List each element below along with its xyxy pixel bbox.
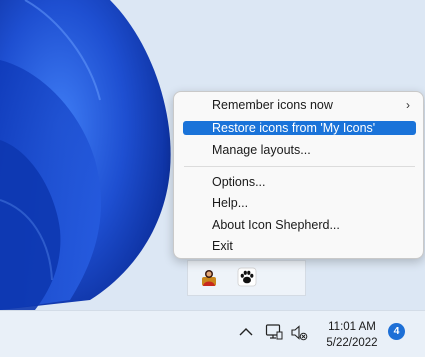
notification-badge[interactable]: 4 xyxy=(388,323,405,340)
speaker-muted-icon[interactable] xyxy=(290,324,308,347)
person-app-icon[interactable] xyxy=(199,267,219,287)
clock-time: 11:01 AM xyxy=(328,321,376,333)
paw-icon[interactable] xyxy=(237,267,257,287)
menu-item-label: Exit xyxy=(212,239,233,253)
clock-date: 5/22/2022 xyxy=(326,337,378,349)
chevron-up-icon[interactable] xyxy=(238,325,254,344)
menu-item-label: Options... xyxy=(212,175,266,189)
tray-overflow-flyout xyxy=(187,260,306,296)
menu-item-options[interactable]: Options... xyxy=(183,173,416,191)
menu-item-label: About Icon Shepherd... xyxy=(212,218,340,232)
menu-item-exit[interactable]: Exit xyxy=(183,237,416,255)
menu-item-about[interactable]: About Icon Shepherd... xyxy=(183,216,416,234)
menu-item-manage-layouts[interactable]: Manage layouts... xyxy=(183,141,416,159)
taskbar: 11:01 AM 5/22/2022 4 xyxy=(0,310,425,357)
menu-item-label: Manage layouts... xyxy=(212,143,311,157)
menu-item-label: Remember icons now xyxy=(212,98,333,112)
menu-separator xyxy=(184,166,415,167)
network-icon[interactable] xyxy=(265,323,283,346)
menu-item-remember-icons-now[interactable]: Remember icons now › xyxy=(183,96,416,114)
menu-item-restore-icons[interactable]: Restore icons from 'My Icons' xyxy=(183,121,416,135)
submenu-arrow-icon: › xyxy=(406,98,410,112)
menu-item-label: Help... xyxy=(212,196,249,210)
icon-shepherd-context-menu: Remember icons now › Restore icons from … xyxy=(173,91,424,259)
taskbar-clock[interactable]: 11:01 AM 5/22/2022 xyxy=(320,319,384,351)
menu-item-help[interactable]: Help... xyxy=(183,194,416,212)
menu-item-label: Restore icons from 'My Icons' xyxy=(212,121,376,135)
